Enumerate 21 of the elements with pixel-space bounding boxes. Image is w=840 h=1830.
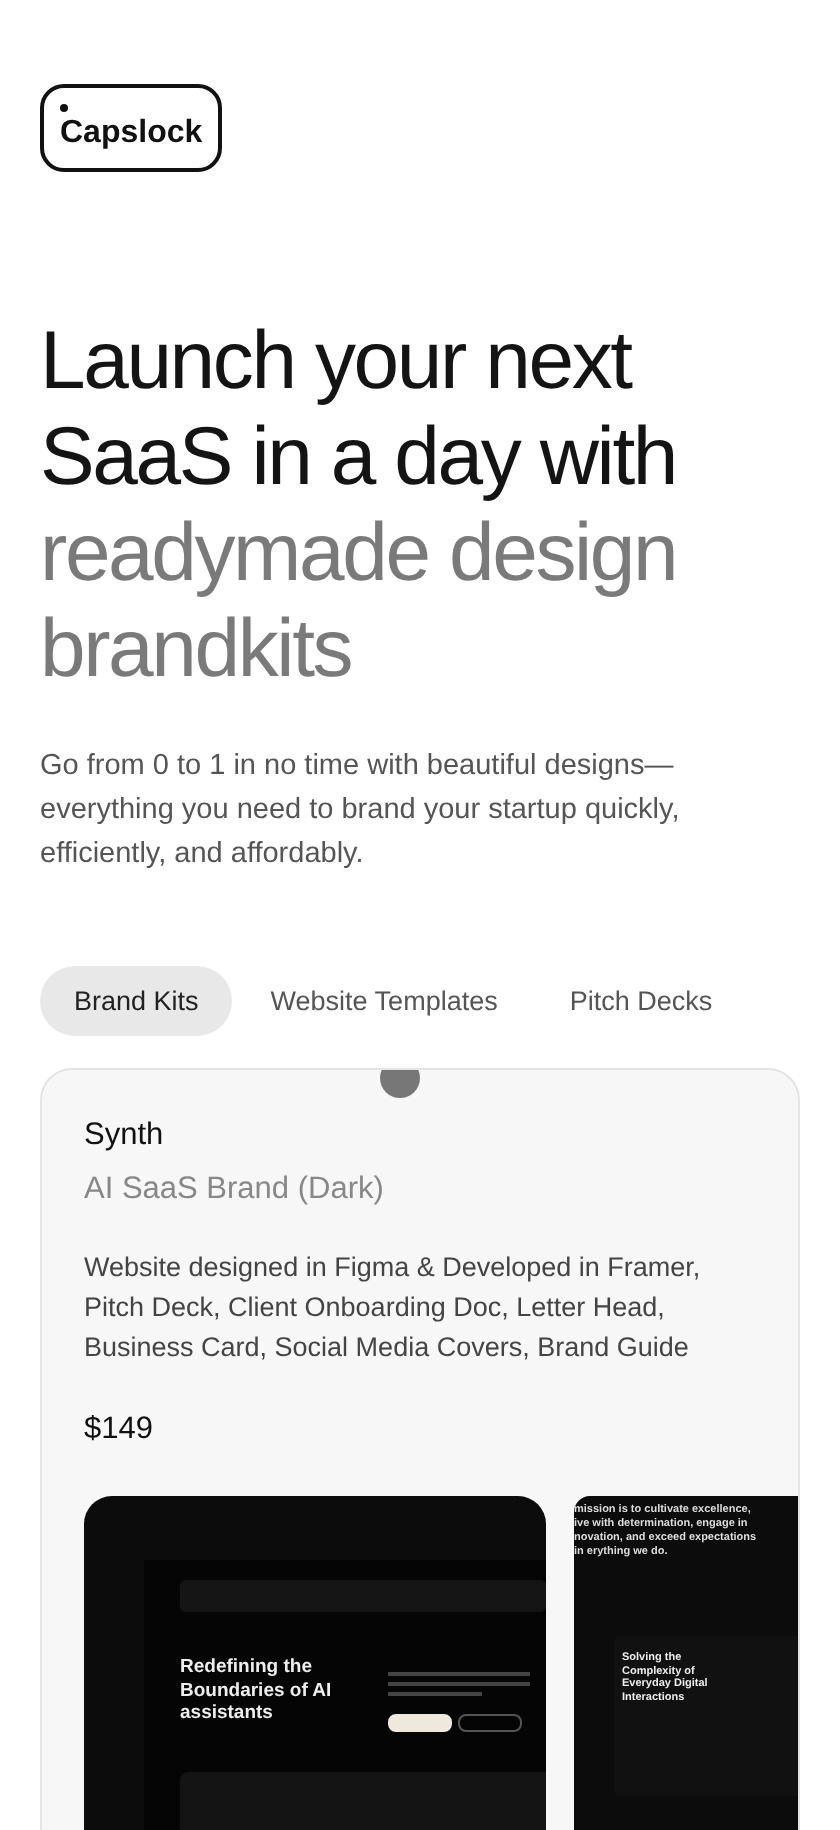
- drag-handle-dot[interactable]: [380, 1070, 420, 1098]
- product-description: Website designed in Figma & Developed in Framer, Pitch Deck, Client Onboarding Doc, Letter Head, Business Card, Social Media Covers, Brand Guide: [84, 1250, 703, 1366]
- category-tab[interactable]: Brand Kits: [40, 966, 233, 1036]
- product-title: Synth: [84, 1118, 166, 1154]
- category-tab[interactable]: Pitch Decks: [535, 966, 747, 1036]
- text-line: [388, 1672, 531, 1676]
- hero-description: Go from 0 to 1 in no time with beautiful designs—everything you need to brand your startup quickly, efficiently, and affordably.: [40, 748, 682, 874]
- headline-line: SaaS in a day with: [40, 408, 676, 504]
- text-line: [388, 1682, 531, 1686]
- product-subtitle: AI SaaS Brand (Dark): [84, 1172, 386, 1208]
- headline-line: Launch your next: [40, 312, 631, 408]
- product-price: $149: [84, 1412, 155, 1448]
- mockup-button: [458, 1714, 522, 1732]
- category-tab[interactable]: Website Templates: [236, 966, 532, 1036]
- headline-line: readymade design: [40, 504, 677, 600]
- headline-line: brandkits: [40, 600, 352, 696]
- mockup-button: [388, 1714, 452, 1732]
- logo-badge[interactable]: Capslock: [40, 84, 223, 172]
- mockup-headline: Redefining the Boundaries of AI assistants: [180, 1656, 334, 1728]
- website-preview[interactable]: Redefining the Boundaries of AI assistants: [84, 1496, 546, 1830]
- text-line: [388, 1692, 483, 1696]
